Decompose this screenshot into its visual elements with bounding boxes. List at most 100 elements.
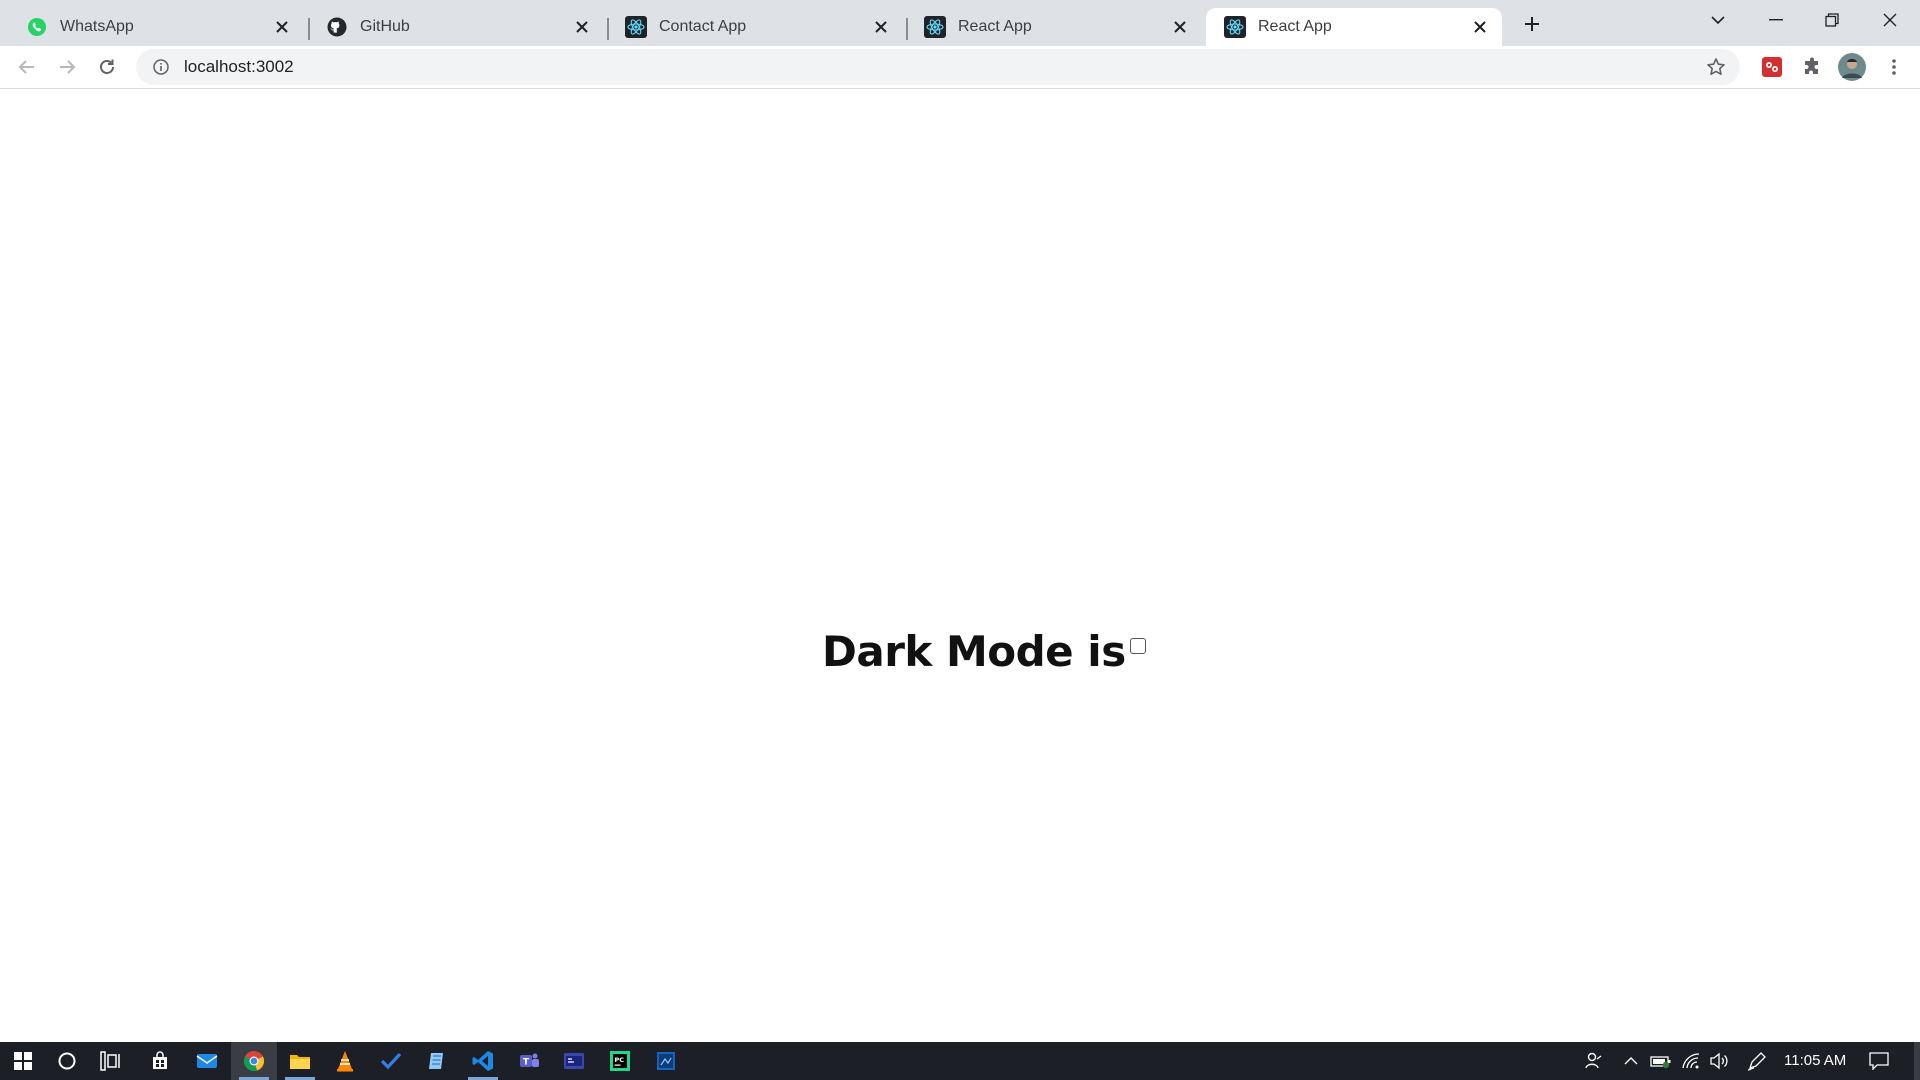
react-icon xyxy=(1224,16,1246,38)
people-button[interactable] xyxy=(1578,1042,1608,1080)
battery-indicator[interactable] xyxy=(1646,1042,1676,1080)
pycharm-icon: PC xyxy=(610,1051,630,1071)
avatar xyxy=(1838,53,1866,81)
dark-mode-heading: Dark Mode is xyxy=(822,627,1126,676)
pycharm-app[interactable]: PC xyxy=(597,1042,643,1080)
tab-github[interactable]: GitHub xyxy=(308,8,604,46)
vscode-icon xyxy=(472,1051,493,1071)
address-bar[interactable]: localhost:3002 xyxy=(136,49,1740,85)
todo-app[interactable] xyxy=(368,1042,414,1080)
back-arrow-icon xyxy=(18,60,34,74)
mail-app[interactable] xyxy=(184,1042,230,1080)
chrome-app[interactable] xyxy=(231,1042,277,1080)
windows-taskbar: T PC 11:05 AM xyxy=(0,1042,1920,1080)
mail-icon xyxy=(196,1054,218,1068)
pen-icon xyxy=(1747,1052,1766,1071)
more-vertical-icon xyxy=(1892,59,1896,75)
menu-button[interactable] xyxy=(1878,51,1910,83)
svg-text:T: T xyxy=(523,1058,530,1068)
close-icon[interactable] xyxy=(1168,15,1192,39)
pen-workspace-button[interactable] xyxy=(1742,1042,1772,1080)
vlc-app[interactable] xyxy=(322,1042,368,1080)
chevron-down-icon xyxy=(1711,16,1725,25)
speaker-icon xyxy=(1710,1052,1728,1070)
close-icon[interactable] xyxy=(270,15,294,39)
forward-button[interactable] xyxy=(51,51,83,83)
checkmark-icon xyxy=(380,1052,402,1070)
taskbar-clock[interactable]: 11:05 AM xyxy=(1784,1052,1846,1069)
restore-button[interactable] xyxy=(1804,0,1860,40)
volume-indicator[interactable] xyxy=(1704,1042,1734,1080)
battery-icon xyxy=(1650,1056,1671,1069)
notebook-icon xyxy=(429,1053,443,1069)
chevron-up-icon xyxy=(1624,1057,1638,1065)
extension-red-icon xyxy=(1762,57,1782,77)
folder-icon xyxy=(290,1055,310,1069)
puzzle-piece-icon xyxy=(1805,57,1818,74)
react-icon xyxy=(924,16,946,38)
profile-button[interactable] xyxy=(1836,51,1868,83)
close-icon xyxy=(1883,13,1897,27)
close-icon[interactable] xyxy=(570,15,594,39)
browser-toolbar: localhost:3002 xyxy=(0,46,1920,89)
dark-mode-checkbox[interactable] xyxy=(1129,637,1146,654)
page-content: Dark Mode is xyxy=(0,89,1920,1041)
tab-title: GitHub xyxy=(360,18,410,35)
teams-icon: T xyxy=(520,1053,539,1068)
people-icon xyxy=(1585,1052,1602,1069)
store-bag-icon xyxy=(153,1051,167,1069)
vlc-cone-icon xyxy=(337,1051,353,1072)
whatsapp-icon xyxy=(26,16,48,38)
tab-whatsapp[interactable]: WhatsApp xyxy=(8,8,304,46)
cortana-circle-icon xyxy=(58,1052,76,1070)
bookmark-star-icon[interactable] xyxy=(1704,55,1728,79)
show-desktop-button[interactable] xyxy=(1914,1042,1920,1080)
github-icon xyxy=(326,16,348,38)
close-window-button[interactable] xyxy=(1862,0,1918,40)
vscode-app[interactable] xyxy=(460,1042,506,1080)
tab-title: React App xyxy=(1258,18,1332,35)
reload-icon xyxy=(100,59,114,74)
reload-button[interactable] xyxy=(91,51,123,83)
dev-app[interactable] xyxy=(551,1042,597,1080)
action-center-button[interactable] xyxy=(1862,1042,1896,1080)
notification-icon xyxy=(1869,1052,1889,1070)
extension-button[interactable] xyxy=(1756,51,1788,83)
tab-react-app[interactable]: React App xyxy=(906,8,1202,46)
file-explorer-app[interactable] xyxy=(277,1042,323,1080)
back-button[interactable] xyxy=(11,51,43,83)
close-icon[interactable] xyxy=(1468,15,1492,39)
new-tab-button[interactable] xyxy=(1516,8,1548,40)
start-button[interactable] xyxy=(0,1042,46,1080)
task-view-icon xyxy=(100,1051,120,1071)
app-icon-dark-blue[interactable] xyxy=(643,1042,689,1080)
tab-title: WhatsApp xyxy=(60,18,134,35)
windows-logo-icon xyxy=(14,1052,32,1070)
dev-terminal-icon xyxy=(564,1053,584,1069)
svg-text:PC: PC xyxy=(615,1056,625,1064)
tab-react-app-active[interactable]: React App xyxy=(1206,8,1502,46)
minimize-button[interactable] xyxy=(1748,0,1804,40)
tab-search-button[interactable] xyxy=(1690,0,1746,40)
store-app[interactable] xyxy=(137,1042,183,1080)
info-icon[interactable] xyxy=(150,56,172,78)
chrome-icon xyxy=(243,1051,265,1071)
dark-mode-row: Dark Mode is xyxy=(822,627,1146,676)
tab-strip: WhatsApp GitHub Contact App React App Re… xyxy=(0,0,1920,46)
show-hidden-icons-button[interactable] xyxy=(1616,1042,1646,1080)
teams-app[interactable]: T xyxy=(506,1042,552,1080)
tab-title: React App xyxy=(958,18,1032,35)
close-icon[interactable] xyxy=(869,15,893,39)
search-button[interactable] xyxy=(44,1042,90,1080)
react-icon xyxy=(625,16,647,38)
url-text[interactable]: localhost:3002 xyxy=(184,57,294,77)
extensions-button[interactable] xyxy=(1796,51,1828,83)
app-icon-blue[interactable] xyxy=(414,1042,460,1080)
task-view-button[interactable] xyxy=(88,1042,134,1080)
minimize-icon xyxy=(1769,19,1783,21)
wifi-icon xyxy=(1682,1053,1700,1069)
forward-arrow-icon xyxy=(60,60,76,74)
tab-contact-app[interactable]: Contact App xyxy=(607,8,903,46)
network-indicator[interactable] xyxy=(1676,1042,1706,1080)
tab-title: Contact App xyxy=(659,18,747,35)
